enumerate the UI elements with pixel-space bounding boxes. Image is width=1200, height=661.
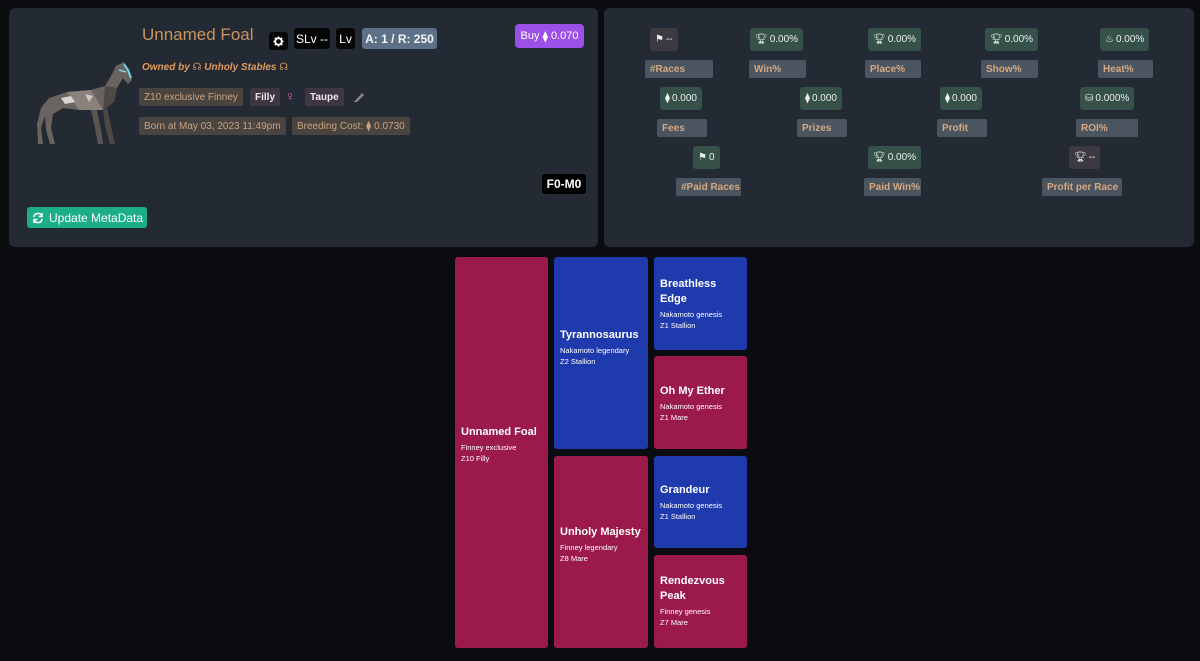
born-date: Born at May 03, 2023 11:49pm: [139, 117, 286, 135]
roi-label: ROI%: [1076, 119, 1138, 137]
heat-label: Heat%: [1098, 60, 1153, 78]
trophy-icon: 🏆︎: [873, 152, 886, 163]
place-label: Place%: [865, 60, 921, 78]
prizes-label: Prizes: [797, 119, 847, 137]
fees-value: ⧫ 0.000: [660, 87, 702, 110]
win-label: Win%: [749, 60, 806, 78]
win-value: 🏆︎ 0.00%: [750, 28, 804, 51]
races-value: ⚑ --: [650, 28, 678, 51]
horseshoe-icon: ☊: [192, 62, 202, 73]
tree-dam-sire[interactable]: Grandeur Nakamoto genesis Z1 Stallion: [654, 456, 747, 548]
trophy-icon: 🏆︎: [873, 34, 886, 45]
show-label: Show%: [981, 60, 1038, 78]
fees-label: Fees: [657, 119, 707, 137]
profit-per-race-label: Profit per Race: [1042, 178, 1122, 196]
ethereum-icon: ⧫: [665, 93, 670, 104]
ethereum-icon: ⧫: [366, 120, 372, 132]
trophy-icon: 🏆︎: [755, 34, 768, 45]
gender-tag: Filly: [250, 88, 281, 106]
ethereum-icon: ⧫: [542, 30, 548, 43]
breeding-cost: Breeding Cost: ⧫ 0.0730: [292, 117, 410, 135]
tree-sire[interactable]: Tyrannosaurus Nakamoto legendary Z2 Stal…: [554, 257, 648, 449]
refresh-icon: [33, 212, 43, 223]
show-value: 🏆︎ 0.00%: [985, 28, 1039, 51]
ethereum-icon: ⧫: [945, 93, 950, 104]
update-metadata-button[interactable]: Update MetaData: [27, 207, 147, 228]
tree-sire-dam[interactable]: Oh My Ether Nakamoto genesis Z1 Mare: [654, 356, 747, 449]
pen-icon[interactable]: [352, 90, 366, 104]
female-icon: ♀: [285, 88, 296, 104]
stats-panel: ⚑ -- #Races 🏆︎ 0.00% Win% 🏆︎ 0.00% Place% 🏆…: [604, 8, 1194, 247]
trophy-icon: 🏆︎: [1074, 152, 1087, 163]
owner-link[interactable]: Unholy Stables: [204, 62, 276, 73]
tree-dam-dam[interactable]: Rendezvous Peak Finney genesis Z7 Mare: [654, 555, 747, 648]
family-badge: F0-M0: [542, 174, 586, 194]
fire-icon: ♨: [1105, 34, 1114, 45]
profit-label: Profit: [937, 119, 987, 137]
tree-self[interactable]: Unnamed Foal Finney exclusive Z10 Filly: [455, 257, 548, 648]
gear-icon: [273, 35, 284, 47]
zone-tag: Z10 exclusive Finney: [139, 88, 243, 106]
paid-win-value: 🏆︎ 0.00%: [868, 146, 922, 169]
color-tag: Taupe: [305, 88, 344, 106]
horseshoe-icon: ☊: [279, 62, 289, 73]
tree-dam[interactable]: Unholy Majesty Finney legendary Z8 Mare: [554, 456, 648, 648]
paid-win-label: Paid Win%: [864, 178, 921, 196]
owned-by: Owned by ☊ Unholy Stables ☊: [142, 62, 289, 73]
races-label: #Races: [645, 60, 713, 78]
flag-icon: ⚑: [698, 152, 707, 163]
lv-badge: Lv: [336, 28, 355, 49]
paid-races-value: ⚑ 0: [693, 146, 720, 169]
profit-per-race-value: 🏆︎ --: [1069, 146, 1101, 169]
coins-icon: ⛁: [1085, 93, 1094, 104]
flag-icon: ⚑: [655, 34, 664, 45]
profit-value: ⧫ 0.000: [940, 87, 982, 110]
slv-badge: SLv --: [294, 28, 330, 49]
roi-value: ⛁ 0.000%: [1080, 87, 1135, 110]
heat-value: ♨ 0.00%: [1100, 28, 1150, 51]
ar-badge: A: 1 / R: 250: [362, 28, 437, 49]
trophy-icon: 🏆︎: [990, 34, 1003, 45]
buy-button[interactable]: Buy ⧫ 0.070: [515, 24, 584, 48]
place-value: 🏆︎ 0.00%: [868, 28, 922, 51]
horse-name: Unnamed Foal: [142, 25, 254, 44]
paid-races-label: #Paid Races: [676, 178, 741, 196]
horse-info-panel: Unnamed Foal SLv -- Lv A: 1 / R: 250 Own…: [9, 8, 598, 247]
prizes-value: ⧫ 0.000: [800, 87, 842, 110]
ethereum-icon: ⧫: [805, 93, 810, 104]
settings-button[interactable]: [269, 32, 288, 50]
tree-sire-sire[interactable]: Breathless Edge Nakamoto genesis Z1 Stal…: [654, 257, 747, 350]
horse-image: [37, 62, 132, 144]
